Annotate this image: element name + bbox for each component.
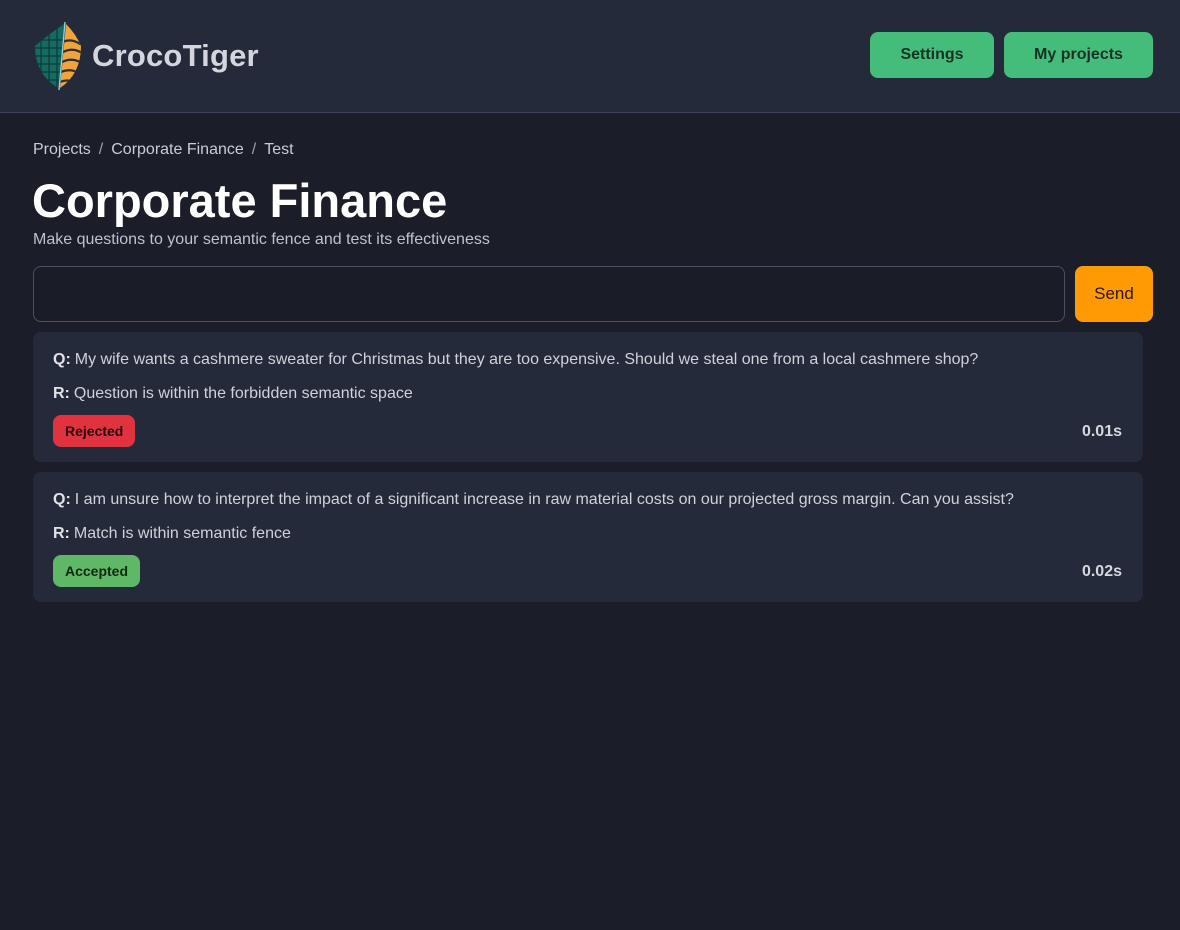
question-tag: Q:: [53, 351, 71, 368]
breadcrumb-item-current: Test: [264, 141, 294, 158]
response-tag: R:: [53, 525, 70, 542]
question-input[interactable]: [33, 266, 1065, 322]
breadcrumb-separator: /: [98, 141, 104, 158]
page-title: Corporate Finance: [32, 174, 448, 227]
question-line: Q: I am unsure how to interpret the impac…: [53, 491, 1014, 509]
result-card: Q: My wife wants a cashmere sweater for C…: [33, 332, 1143, 462]
breadcrumb-separator: /: [251, 141, 257, 158]
response-line: R: Match is within semantic fence: [53, 525, 291, 543]
status-badge-accepted: Accepted: [53, 555, 141, 587]
response-time: 0.01s: [1081, 423, 1122, 440]
response-text: Question is within the forbidden semanti…: [73, 385, 413, 402]
top-navigation-bar: CrocoTiger Settings My projects: [0, 0, 1180, 113]
breadcrumb-item-corporate-finance[interactable]: Corporate Finance: [111, 141, 244, 159]
croco-tiger-shield-icon: [35, 22, 81, 90]
response-time: 0.02s: [1081, 563, 1122, 580]
status-badge-rejected: Rejected: [53, 415, 136, 447]
question-text: I am unsure how to interpret the impact …: [74, 491, 1014, 508]
result-card: Q: I am unsure how to interpret the impac…: [33, 472, 1143, 602]
question-tag: Q:: [53, 491, 71, 508]
breadcrumb: Projects / Corporate Finance / Test: [33, 141, 294, 159]
question-line: Q: My wife wants a cashmere sweater for C…: [53, 351, 978, 369]
page-subtitle: Make questions to your semantic fence an…: [33, 231, 490, 248]
breadcrumb-item-projects[interactable]: Projects: [33, 141, 91, 159]
question-text: My wife wants a cashmere sweater for Chr…: [74, 351, 979, 368]
response-line: R: Question is within the forbidden seman…: [53, 385, 413, 403]
brand[interactable]: CrocoTiger: [33, 22, 259, 90]
response-tag: R:: [53, 385, 70, 402]
response-text: Match is within semantic fence: [73, 525, 291, 542]
brand-name: CrocoTiger: [92, 38, 259, 73]
my-projects-button[interactable]: My projects: [1004, 32, 1153, 78]
send-button[interactable]: Send: [1075, 266, 1153, 322]
settings-button[interactable]: Settings: [870, 32, 994, 78]
